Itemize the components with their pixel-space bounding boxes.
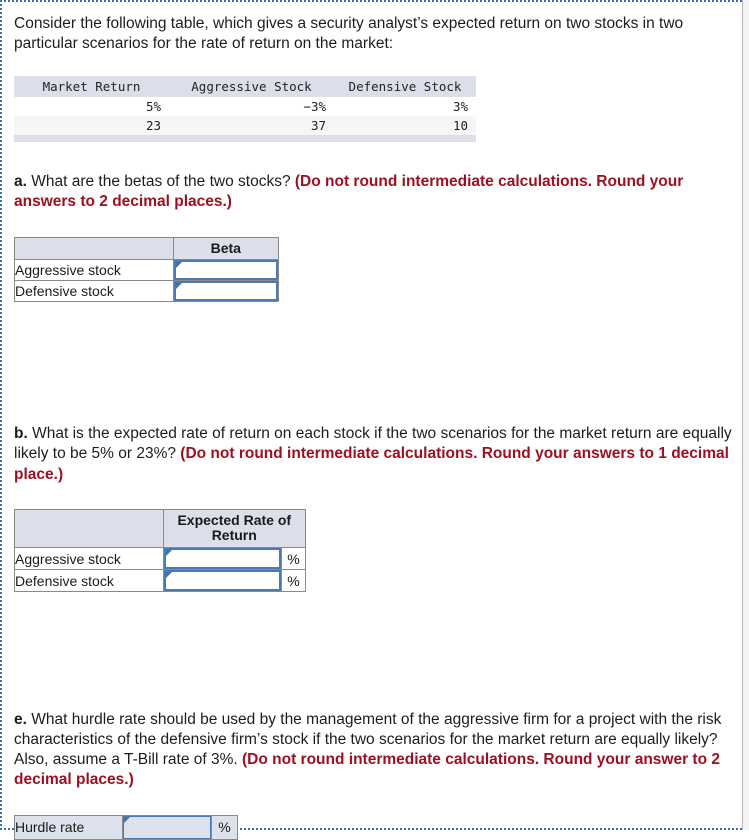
part-b-letter: b.: [14, 425, 28, 443]
scenario-footer-cell: [14, 135, 169, 143]
right-edge-rail: [742, 0, 749, 830]
hurdle-unit: %: [210, 814, 239, 840]
expected-return-answer-table: Expected Rate of Return Aggressive stock…: [14, 508, 307, 592]
scenario-cell: 37: [169, 116, 334, 136]
beta-column-header: Beta: [172, 236, 280, 261]
scenario-cell: 5%: [145, 99, 161, 115]
scenario-col-aggressive-stock: Aggressive Stock: [169, 76, 334, 98]
beta-answer-table: Beta Aggressive stock Defensive stock: [14, 236, 280, 303]
part-a-block: a. What are the betas of the two stocks?…: [14, 172, 734, 303]
part-a-letter: a.: [14, 173, 27, 191]
err-blank-header: [14, 508, 164, 549]
table-row: Defensive stock %: [14, 569, 307, 592]
scenario-cell: −3%: [303, 99, 326, 115]
scenario-cell: 23: [14, 116, 169, 136]
err-table-header-row: Expected Rate of Return: [14, 508, 306, 549]
part-b-table-wrapper: Expected Rate of Return Aggressive stock…: [14, 508, 734, 592]
scenario-col-market-return: Market Return: [14, 76, 169, 98]
err-row-label-aggressive: Aggressive stock: [14, 547, 164, 570]
beta-input-cell-defensive[interactable]: [172, 280, 280, 303]
table-row: Defensive stock: [14, 280, 280, 303]
table-row: Hurdle rate %: [13, 814, 239, 840]
part-e-letter: e.: [14, 711, 27, 728]
scenario-table-footer-bar: [14, 135, 476, 143]
err-unit-defensive: %: [280, 569, 307, 592]
scenario-col-defensive-stock: Defensive Stock: [334, 76, 476, 98]
err-aggressive-input[interactable]: [163, 548, 281, 569]
question-content: Consider the following table, which give…: [13, 14, 734, 840]
scenario-table-row: 5% −3% 3%: [14, 97, 476, 116]
part-e-table-wrapper: Hurdle rate %: [13, 814, 734, 840]
hurdle-rate-input[interactable]: [123, 815, 211, 839]
scenario-table-header-row: Market Return Aggressive Stock Defensive…: [14, 76, 476, 98]
err-unit-aggressive: %: [280, 547, 307, 570]
beta-row-label-defensive: Defensive stock: [14, 280, 174, 303]
hurdle-rate-answer-table: Hurdle rate %: [13, 814, 239, 840]
table-row: Aggressive stock: [14, 259, 280, 282]
scenario-cell: 10: [334, 116, 476, 136]
beta-blank-header: [14, 236, 174, 261]
beta-table-header-row: Beta: [14, 236, 280, 261]
part-e-block: e. What hurdle rate should be used by th…: [13, 710, 734, 840]
table-row: Aggressive stock %: [14, 547, 307, 570]
err-input-cell-aggressive[interactable]: [162, 547, 282, 570]
hurdle-input-cell[interactable]: [122, 814, 212, 840]
scenario-table-row: 23 37 10: [14, 116, 476, 136]
err-defensive-input[interactable]: [163, 570, 281, 591]
beta-aggressive-input[interactable]: [173, 260, 278, 281]
scenario-cell: 3%: [452, 99, 468, 115]
err-row-label-defensive: Defensive stock: [14, 569, 164, 592]
beta-row-label-aggressive: Aggressive stock: [14, 259, 174, 282]
part-a-prompt: a. What are the betas of the two stocks?…: [14, 172, 734, 212]
part-b-block: b. What is the expected rate of return o…: [14, 424, 734, 592]
scenario-table-wrapper: Market Return Aggressive Stock Defensive…: [14, 76, 734, 143]
scenario-footer-cell: [169, 135, 334, 143]
part-a-table-wrapper: Beta Aggressive stock Defensive stock: [14, 236, 734, 303]
scenario-table: Market Return Aggressive Stock Defensive…: [14, 76, 476, 143]
part-e-prompt: e. What hurdle rate should be used by th…: [14, 710, 734, 791]
err-input-cell-defensive[interactable]: [162, 569, 282, 592]
part-a-question: What are the betas of the two stocks?: [26, 173, 295, 191]
err-column-header: Expected Rate of Return: [162, 508, 306, 549]
intro-paragraph: Consider the following table, which give…: [14, 15, 684, 53]
hurdle-row-label: Hurdle rate: [13, 814, 124, 840]
scenario-footer-cell: [334, 135, 476, 143]
part-b-prompt: b. What is the expected rate of return o…: [14, 424, 734, 484]
beta-input-cell-aggressive[interactable]: [172, 259, 280, 282]
beta-defensive-input[interactable]: [173, 281, 278, 302]
